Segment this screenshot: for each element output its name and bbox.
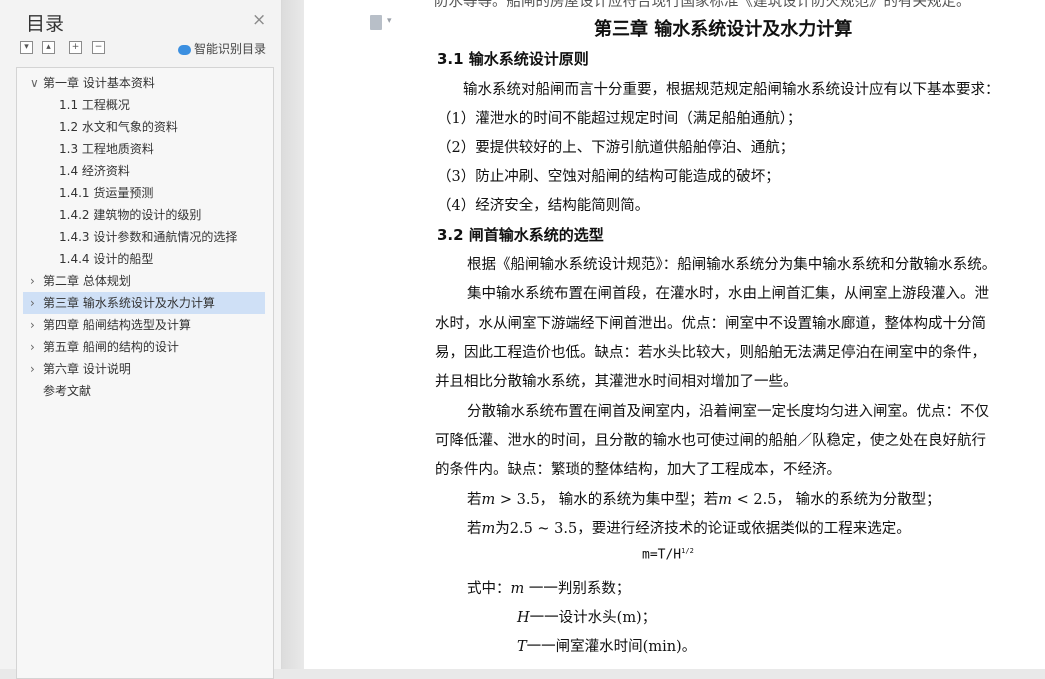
toc-item-1-3[interactable]: 1.3 工程地质资料 [59, 138, 154, 160]
paragraph-line: 并且相比分散输水系统，其灌泄水时间相对增加了一些。 [435, 374, 798, 390]
toc-item-1-2[interactable]: 1.2 水文和气象的资料 [59, 116, 178, 138]
paragraph: 输水系统对船闸而言十分重要，根据规范规定船闸输水系统设计应有以下基本要求： [463, 82, 1000, 98]
definition-line: H一一设计水头(m)； [517, 610, 657, 626]
paragraph-line: 易，因此工程造价也低。缺点：若水头比较大，则船舶无法满足停泊在闸室中的条件， [435, 345, 986, 361]
section-heading-3-2: 3.2 闸首输水系统的选型 [437, 226, 604, 244]
toc-item-1-4[interactable]: 1.4 经济资料 [59, 160, 130, 182]
remove-level-icon[interactable]: − [92, 41, 105, 54]
paragraph-line: 的条件内。缺点：繁琐的整体结构，加大了工程成本，不经济。 [435, 462, 841, 478]
list-item: （4）经济安全，结构能简则简。 [437, 198, 650, 214]
toc-item-1-1[interactable]: 1.1 工程概况 [59, 94, 130, 116]
chevron-down-icon[interactable]: ∨ [30, 72, 39, 94]
toc-item-chapter-4[interactable]: › 第四章 船闸结构选型及计算 [30, 314, 191, 336]
formula: m=T/H1/2 [642, 547, 694, 563]
toc-title: 目录 [26, 13, 65, 35]
toc-panel: 目录 × ▾ ▴ + − 智能识别目录 ∨ 第一章 设计基本资料 1.1 工程概况… [0, 0, 282, 679]
toc-item-chapter-1[interactable]: ∨ 第一章 设计基本资料 [30, 72, 155, 94]
paragraph-line: 集中输水系统布置在闸首段，在灌水时，水由上闸首汇集，从闸室上游段灌入。泄 [467, 286, 989, 302]
where-line: 式中：m 一一判别系数； [467, 581, 631, 597]
paragraph: 根据《船闸输水系统设计规范》：船闸输水系统分为集中输水系统和分散输水系统。 [467, 257, 997, 273]
collapse-all-icon[interactable]: ▾ [20, 41, 33, 54]
paragraph-line: 分散输水系统布置在闸首及闸室内，沿着闸室一定长度均匀进入闸室。优点：不仅 [467, 404, 989, 420]
close-icon[interactable]: × [252, 10, 266, 30]
previous-paragraph-tail: 防水等等。船闸的房屋设计应符合现行国家标准《建筑设计防火规范》的有关规定。 [434, 0, 971, 10]
list-item: （2）要提供较好的上、下游引航道供船舶停泊、通航； [437, 140, 795, 156]
chevron-right-icon[interactable]: › [30, 270, 35, 292]
chapter-title: 第三章 输水系统设计及水力计算 [594, 19, 853, 40]
toc-item-1-4-1[interactable]: 1.4.1 货运量预测 [59, 182, 153, 204]
section-heading-3-1: 3.1 输水系统设计原则 [437, 50, 589, 68]
smart-toc-label: 智能识别目录 [194, 42, 267, 56]
document-icon[interactable] [370, 15, 382, 30]
chevron-right-icon[interactable]: › [30, 358, 35, 380]
expand-up-icon[interactable]: ▴ [42, 41, 55, 54]
page-gutter [282, 0, 304, 669]
toc-item-1-4-4[interactable]: 1.4.4 设计的船型 [59, 248, 153, 270]
toc-item-chapter-5[interactable]: › 第五章 船闸的结构的设计 [30, 336, 179, 358]
paragraph-line: 可降低灌、泄水的时间，且分散的输水也可使过闸的船舶／队稳定，使之处在良好航行 [435, 433, 986, 449]
toc-item-1-4-2[interactable]: 1.4.2 建筑物的设计的级别 [59, 204, 201, 226]
add-level-icon[interactable]: + [69, 41, 82, 54]
paragraph-line: 水时，水从闸室下游端经下闸首泄出。优点：闸室中不设置输水廊道，整体构成十分简 [435, 316, 986, 332]
list-item: （3）防止冲刷、空蚀对船闸的结构可能造成的破坏； [437, 169, 780, 185]
chevron-down-icon[interactable]: ▾ [387, 16, 392, 26]
chevron-right-icon[interactable]: › [30, 292, 35, 314]
criterion-line: 若m > 3.5， 输水的系统为集中型；若m < 2.5， 输水的系统为分散型； [467, 492, 941, 508]
toc-item-chapter-6[interactable]: › 第六章 设计说明 [30, 358, 131, 380]
toc-item-chapter-3[interactable]: › 第三章 输水系统设计及水力计算 [30, 292, 215, 314]
chevron-right-icon[interactable]: › [30, 336, 35, 358]
list-item: （1）灌泄水的时间不能超过规定时间（满足船舶通航）； [437, 111, 802, 127]
criterion-line: 若m为2.5 ~ 3.5，要进行经济技术的论证或依据类似的工程来选定。 [467, 521, 911, 537]
toc-item-chapter-2[interactable]: › 第二章 总体规划 [30, 270, 131, 292]
smart-toc-button[interactable]: 智能识别目录 [178, 40, 266, 57]
ai-icon [178, 44, 191, 55]
toc-item-1-4-3[interactable]: 1.4.3 设计参数和通航情况的选择 [59, 226, 237, 248]
toc-item-references[interactable]: 参考文献 [43, 380, 91, 402]
chevron-right-icon[interactable]: › [30, 314, 35, 336]
document-page[interactable] [304, 0, 1045, 669]
definition-line: T一一闸室灌水时间(min)。 [517, 639, 697, 655]
